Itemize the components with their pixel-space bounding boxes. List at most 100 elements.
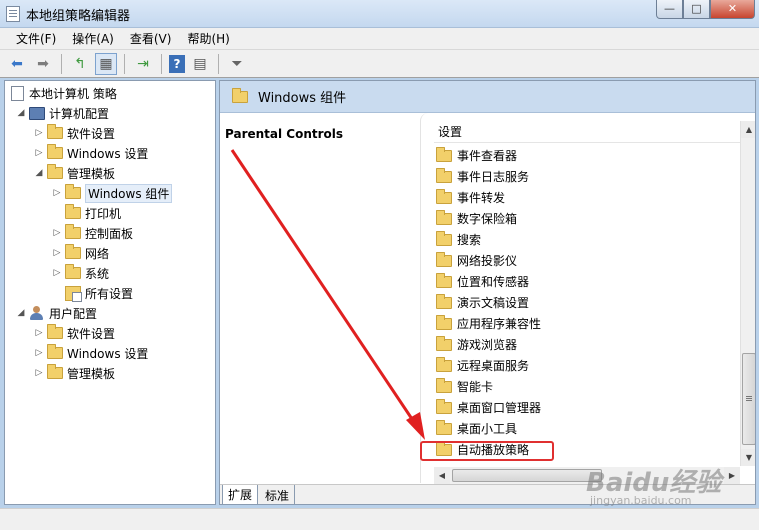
tree-node-software-settings[interactable]: ▷ 软件设置 (33, 123, 115, 143)
list-item[interactable]: 数字保险箱 (434, 208, 517, 229)
list-item[interactable]: 桌面窗口管理器 (434, 397, 541, 418)
user-icon (29, 305, 45, 321)
tree-node-user-software-settings[interactable]: ▷ 软件设置 (33, 323, 115, 343)
filter-icon[interactable]: ⏷ (226, 53, 248, 75)
collapse-triangle-icon[interactable]: ◢ (33, 168, 45, 178)
list-item[interactable]: 事件日志服务 (434, 166, 529, 187)
properties-icon[interactable]: ▤ (189, 53, 211, 75)
show-hide-tree-icon[interactable]: ▦ (95, 52, 117, 75)
list-item[interactable]: 游戏浏览器 (434, 334, 517, 355)
tree-node-network[interactable]: ▷ 网络 (51, 243, 109, 263)
computer-icon (29, 106, 45, 120)
collapse-triangle-icon[interactable]: ◢ (15, 308, 27, 318)
folder-icon (436, 188, 452, 204)
expand-triangle-icon[interactable]: ▷ (33, 148, 45, 158)
expand-triangle-icon[interactable]: ▷ (51, 248, 63, 258)
folder-icon (436, 230, 452, 246)
scroll-up-icon[interactable]: ▲ (741, 121, 755, 138)
list-item[interactable]: 应用程序兼容性 (434, 313, 541, 334)
tree-label: Windows 设置 (67, 346, 149, 361)
tree-node-windows-components[interactable]: ▷ Windows 组件 (51, 183, 173, 203)
folder-icon (436, 146, 452, 162)
list-item[interactable]: 智能卡 (434, 376, 493, 397)
expand-triangle-icon[interactable]: ▷ (51, 268, 63, 278)
up-folder-icon[interactable]: ↰ (69, 53, 91, 75)
vertical-scrollbar[interactable]: ▲ ▼ (740, 121, 755, 466)
list-item-label: 演示文稿设置 (457, 296, 530, 310)
tree-node-windows-settings[interactable]: ▷ Windows 设置 (33, 143, 148, 163)
maximize-button[interactable]: □ (683, 0, 710, 19)
menu-bar: 文件(F) 操作(A) 查看(V) 帮助(H) (0, 28, 759, 50)
tree-label: 管理模板 (67, 166, 116, 181)
expand-triangle-icon[interactable]: ▷ (33, 128, 45, 138)
folder-icon (436, 335, 452, 351)
tree-node-printers[interactable]: 打印机 (51, 203, 121, 223)
menu-file[interactable]: 文件(F) (8, 30, 64, 47)
scrollbar-thumb[interactable] (742, 353, 755, 445)
tree-label: 系统 (85, 266, 110, 281)
scroll-right-icon[interactable]: ▶ (724, 467, 740, 484)
list-item-label: 数字保险箱 (457, 212, 518, 226)
tab-extended[interactable]: 扩展 (222, 485, 259, 504)
back-arrow-icon[interactable]: ⬅ (6, 53, 28, 75)
list-item[interactable]: 网络投影仪 (434, 250, 517, 271)
expand-triangle-icon[interactable]: ▷ (33, 368, 45, 378)
collapse-triangle-icon[interactable]: ◢ (15, 108, 27, 118)
folder-icon (47, 344, 63, 359)
list-item[interactable]: 远程桌面服务 (434, 355, 529, 376)
menu-help[interactable]: 帮助(H) (179, 30, 237, 47)
tree-node-user-admin-templates[interactable]: ▷ 管理模板 (33, 363, 115, 383)
list-item[interactable]: 事件转发 (434, 187, 505, 208)
expand-triangle-icon[interactable]: ▷ (33, 348, 45, 358)
tree-node-admin-templates[interactable]: ◢ 管理模板 (33, 163, 115, 183)
tree-node-control-panel[interactable]: ▷ 控制面板 (51, 223, 133, 243)
folder-icon (65, 264, 81, 279)
export-list-icon[interactable]: ⇥ (132, 53, 154, 75)
scroll-down-icon[interactable]: ▼ (741, 449, 755, 466)
folder-icon (436, 209, 452, 225)
toolbar: ⬅ ➡ ↰ ▦ ⇥ ? ▤ ⏷ (0, 50, 759, 78)
tree-label: 计算机配置 (49, 106, 110, 121)
list-item-label: 事件日志服务 (457, 170, 530, 184)
toolbar-separator (161, 53, 162, 74)
folder-icon (65, 184, 81, 199)
minimize-button[interactable]: — (656, 0, 683, 19)
list-item[interactable]: 搜索 (434, 229, 481, 250)
list-item[interactable]: 演示文稿设置 (434, 292, 529, 313)
help-icon[interactable]: ? (169, 54, 185, 73)
toolbar-separator (61, 53, 62, 74)
list-item-label: 智能卡 (457, 380, 494, 394)
tree-node-root[interactable]: 本地计算机 策略 (9, 83, 117, 103)
scroll-left-icon[interactable]: ◀ (434, 467, 450, 484)
tree-node-user-config[interactable]: ◢ 用户配置 (15, 303, 97, 323)
folder-icon (65, 204, 81, 219)
menu-view[interactable]: 查看(V) (122, 30, 180, 47)
h-scrollbar-thumb[interactable] (452, 469, 602, 482)
folder-icon (436, 251, 452, 267)
forward-arrow-icon[interactable]: ➡ (32, 53, 54, 75)
title-bar: 本地组策略编辑器 — □ ✕ (0, 0, 759, 28)
tree-node-all-settings[interactable]: 所有设置 (51, 283, 133, 303)
list-item[interactable]: 位置和传感器 (434, 271, 529, 292)
tree-node-user-windows-settings[interactable]: ▷ Windows 设置 (33, 343, 148, 363)
menu-action[interactable]: 操作(A) (64, 30, 122, 47)
list-item-label: 应用程序兼容性 (457, 317, 542, 331)
list-item[interactable]: 桌面小工具 (434, 418, 517, 439)
expand-triangle-icon[interactable]: ▷ (33, 328, 45, 338)
folder-icon (436, 167, 452, 183)
tree-pane[interactable]: 本地计算机 策略 ◢ 计算机配置 ▷ 软件设置 ▷ Windows 设置 ◢ 管… (4, 80, 216, 505)
tree-node-computer-config[interactable]: ◢ 计算机配置 (15, 103, 109, 123)
close-button[interactable]: ✕ (710, 0, 755, 19)
tree-node-system[interactable]: ▷ 系统 (51, 263, 109, 283)
folder-icon (436, 314, 452, 330)
details-pane: Windows 组件 Parental Controls 设置 事件查看器 事件日… (219, 80, 756, 505)
expand-triangle-icon[interactable]: ▷ (51, 188, 63, 198)
policy-document-icon (11, 85, 24, 101)
baidu-watermark-url: jingyan.baidu.com (590, 494, 692, 507)
tab-standard[interactable]: 标准 (260, 485, 296, 504)
list-item-label: 位置和传感器 (457, 275, 530, 289)
list-item[interactable]: 事件查看器 (434, 145, 517, 166)
folder-icon (47, 364, 63, 379)
column-header-setting[interactable]: 设置 (434, 121, 740, 143)
expand-triangle-icon[interactable]: ▷ (51, 228, 63, 238)
